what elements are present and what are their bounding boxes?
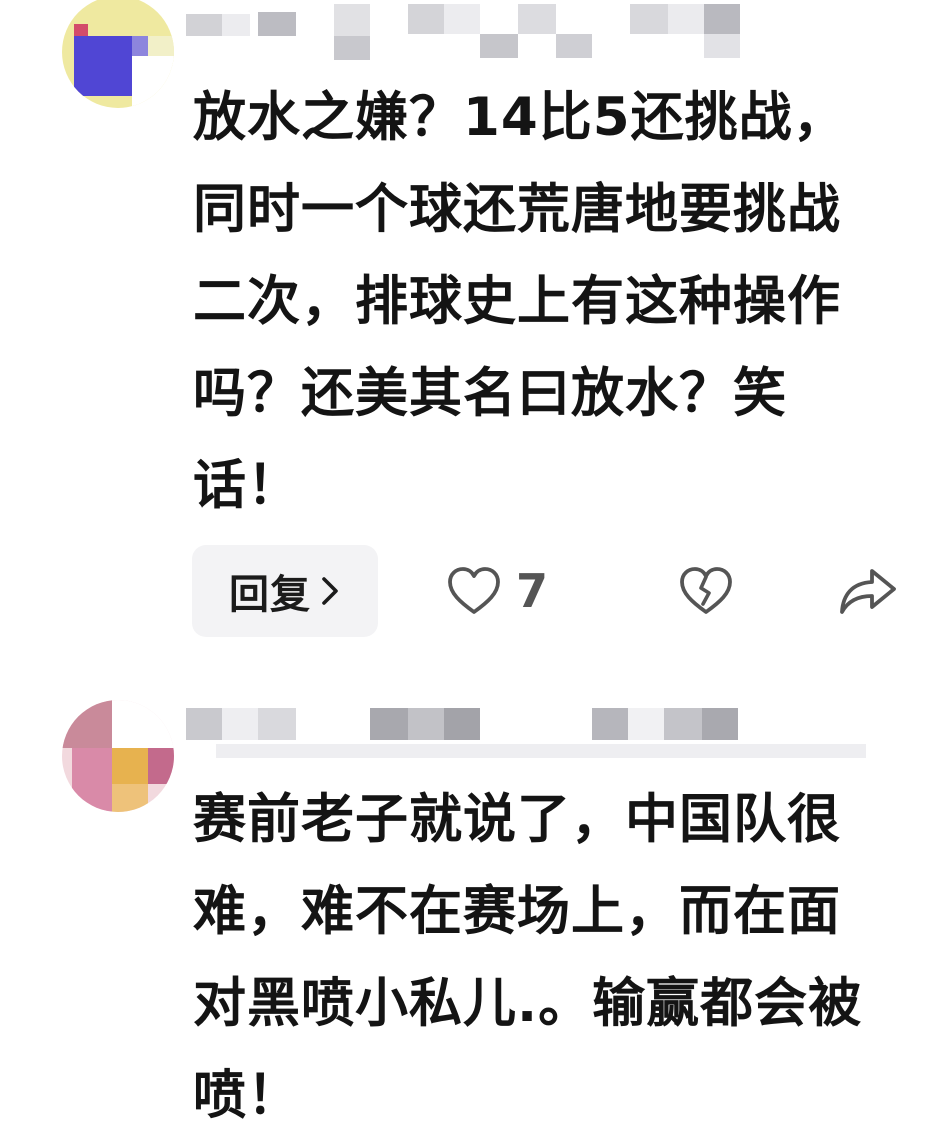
comment-item: 放水之嫌？14比5还挑战，同时一个球还荒唐地要挑战二次，排球史上有这种操作吗？还…: [0, 0, 936, 660]
like-button[interactable]: 7: [446, 563, 548, 619]
reply-label: 回复: [229, 572, 311, 618]
comment-text: 放水之嫌？14比5还挑战，同时一个球还荒唐地要挑战二次，排球史上有这种操作吗？还…: [193, 87, 847, 516]
reply-button[interactable]: 回复: [192, 545, 378, 637]
comment-text: 赛前老子就说了，中国队很难，难不在赛场上，而在面对黑喷小私儿.。输赢都会被喷！: [193, 789, 863, 1126]
comment-item: 赛前老子就说了，中国队很难，难不在赛场上，而在面对黑喷小私儿.。输赢都会被喷！: [0, 690, 936, 1143]
comment-actions: 回复 7: [0, 545, 936, 637]
author-name[interactable]: [186, 704, 866, 760]
author-name[interactable]: [186, 0, 786, 60]
avatar[interactable]: [62, 700, 174, 812]
share-arrow-icon[interactable]: [838, 565, 898, 617]
heart-outline-icon: [448, 567, 500, 614]
chevron-right-icon: [322, 577, 338, 605]
like-count: 7: [516, 564, 549, 618]
broken-heart-icon[interactable]: [678, 564, 734, 618]
avatar[interactable]: [62, 0, 174, 108]
